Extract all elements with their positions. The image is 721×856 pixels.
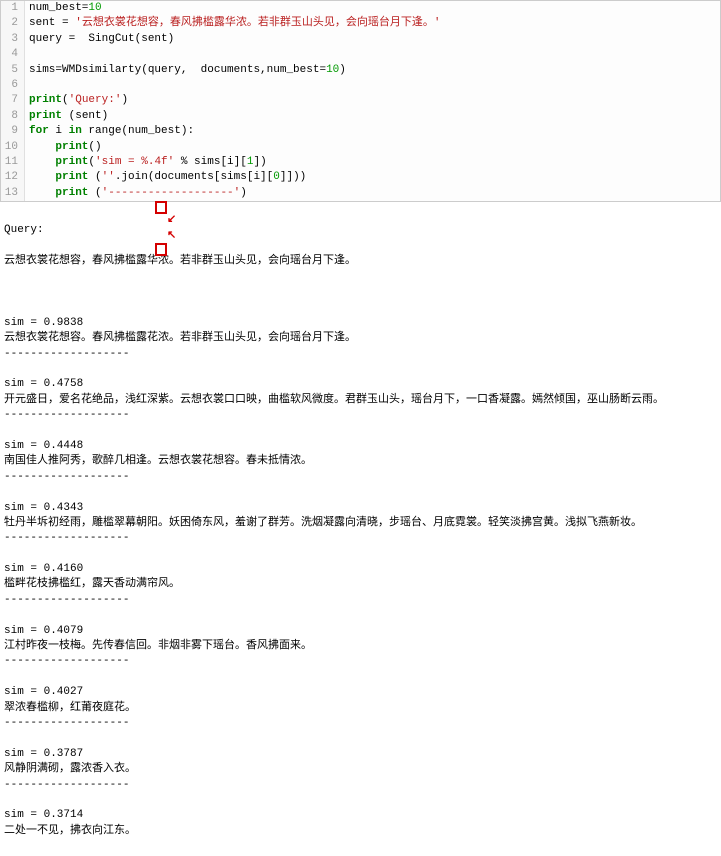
code-line-8[interactable]: print (sent) — [25, 109, 108, 124]
code-line-3[interactable]: query = SingCut(sent) — [25, 32, 174, 47]
separator: ------------------- — [4, 531, 717, 546]
code-line-6[interactable] — [25, 78, 29, 93]
separator: ------------------- — [4, 408, 717, 423]
results-list: sim = 0.9838云想衣裳花想容。春风拂槛露花浓。若非群玉山头见，会向瑶台… — [4, 316, 717, 839]
sim-value: sim = 0.4160 — [4, 562, 717, 577]
code-line-5[interactable]: sims=WMDsimilarty(query, documents,num_b… — [25, 63, 346, 78]
separator: ------------------- — [4, 716, 717, 731]
gutter-line: 10 — [1, 140, 25, 155]
result-text: 翠浓春槛柳，红莆夜庭花。 — [4, 701, 717, 716]
code-line-11[interactable]: print('sim = %.4f' % sims[i][1]) — [25, 155, 267, 170]
gutter-line: 6 — [1, 78, 25, 93]
code-line-1[interactable]: num_best=10 — [25, 1, 102, 16]
result-text: 槛畔花枝拂槛红，露天香动满帘风。 — [4, 577, 717, 592]
sim-value: sim = 0.4758 — [4, 377, 717, 392]
sim-value: sim = 0.3714 — [4, 808, 717, 823]
code-editor[interactable]: 1 num_best=10 2 sent = '云想衣裳花想容，春风拂槛露华浓。… — [0, 0, 721, 202]
gutter-line: 9 — [1, 124, 25, 139]
separator: ------------------- — [4, 654, 717, 669]
output-pane: Query: 云想衣裳花想容，春风拂槛露华浓。若非群玉山头见，会向瑶台月下逢。 … — [0, 206, 721, 856]
code-line-10[interactable]: print() — [25, 140, 102, 155]
code-line-12[interactable]: print (''.join(documents[sims[i][0]])) — [25, 170, 306, 185]
result-text: 风静阴满砌，露浓香入衣。 — [4, 762, 717, 777]
result-text: 江村昨夜一枝梅。先传春信回。非烟非雾下瑶台。香风拂面来。 — [4, 639, 717, 654]
gutter-line: 4 — [1, 47, 25, 62]
sim-value: sim = 0.4448 — [4, 439, 717, 454]
separator: ------------------- — [4, 470, 717, 485]
result-text: 云想衣裳花想容。春风拂槛露花浓。若非群玉山头见，会向瑶台月下逢。 — [4, 331, 717, 346]
code-line-9[interactable]: for i in range(num_best): — [25, 124, 194, 139]
gutter-line: 8 — [1, 109, 25, 124]
separator: ------------------- — [4, 347, 717, 362]
query-label: Query: — [4, 223, 717, 238]
sim-value: sim = 0.4079 — [4, 624, 717, 639]
sim-value: sim = 0.4027 — [4, 685, 717, 700]
gutter-line: 2 — [1, 16, 25, 31]
code-line-7[interactable]: print('Query:') — [25, 93, 128, 108]
sim-value: sim = 0.3787 — [4, 747, 717, 762]
code-line-13[interactable]: print ('-------------------') — [25, 186, 247, 201]
gutter-line: 5 — [1, 63, 25, 78]
result-text: 二处一不见，拂衣向江东。 — [4, 824, 717, 839]
query-text: 云想衣裳花想容，春风拂槛露华浓。若非群玉山头见，会向瑶台月下逢。 — [4, 254, 717, 269]
result-text: 牡丹半坼初经雨，雕槛翠幕朝阳。妖困倚东风，羞谢了群芳。洗烟凝露向清晓，步瑶台、月… — [4, 516, 717, 531]
gutter-line: 7 — [1, 93, 25, 108]
sim-value: sim = 0.9838 — [4, 316, 717, 331]
result-text: 开元盛日，爱名花绝品，浅红深紫。云想衣裳口口映，曲槛软风微度。君群玉山头，瑶台月… — [4, 393, 717, 408]
separator: ------------------- — [4, 593, 717, 608]
gutter-line: 12 — [1, 170, 25, 185]
gutter-line: 3 — [1, 32, 25, 47]
gutter-line: 11 — [1, 155, 25, 170]
code-line-4[interactable] — [25, 47, 29, 62]
sim-value: sim = 0.4343 — [4, 501, 717, 516]
separator: ------------------- — [4, 778, 717, 793]
gutter-line: 13 — [1, 186, 25, 201]
gutter-line: 1 — [1, 1, 25, 16]
result-text: 南国佳人推阿秀，歌醉几相逢。云想衣裳花想容。春未抵情浓。 — [4, 454, 717, 469]
code-line-2[interactable]: sent = '云想衣裳花想容，春风拂槛露华浓。若非群玉山头见，会向瑶台月下逢。… — [25, 16, 440, 31]
